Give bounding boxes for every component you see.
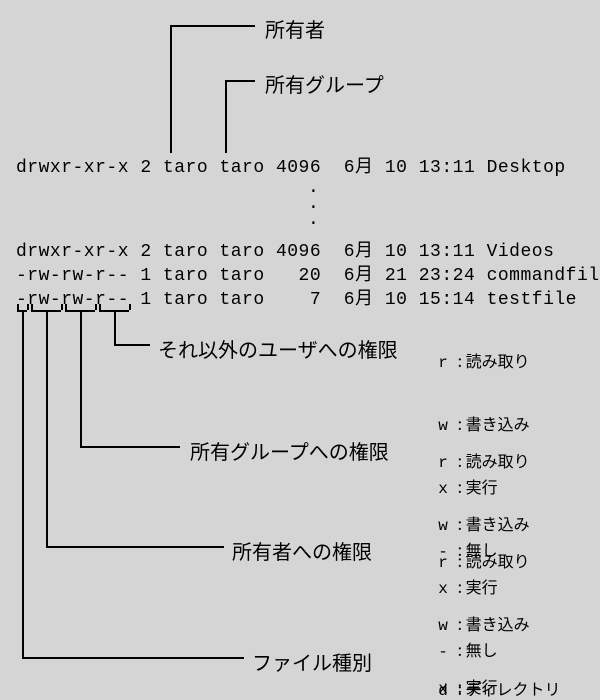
ls-row-commandfile: -rw-rw-r-- 1 taro taro 20 6月 21 23:24 co… — [16, 260, 600, 286]
bracket-group-left — [65, 304, 67, 310]
bracket-owner-left — [31, 304, 33, 310]
bracket-group-stem — [80, 310, 82, 448]
ls-row-videos: drwxr-xr-x 2 taro taro 4096 6月 10 13:11 … — [16, 236, 554, 262]
file-type-label: ファイル種別 — [252, 647, 372, 676]
other-perm-label: それ以外のユーザへの権限 — [158, 334, 398, 363]
bracket-other-lead — [114, 344, 150, 346]
owner-label: 所有者 — [265, 14, 325, 43]
bracket-group-lead — [80, 446, 180, 448]
bracket-type-right — [27, 304, 29, 310]
group-connector-vert — [225, 80, 227, 153]
bracket-type-lead — [22, 657, 244, 659]
group-connector-horiz — [225, 80, 255, 82]
bracket-owner-stem — [46, 310, 48, 548]
type-legend: d : ディレクトリ - : ファイル — [432, 638, 561, 700]
group-label: 所有グループ — [265, 69, 384, 98]
ls-row-desktop: drwxr-xr-x 2 taro taro 4096 6月 10 13:11 … — [16, 152, 566, 178]
owner-connector-horiz — [170, 25, 255, 27]
owner-perm-label: 所有者への権限 — [232, 536, 372, 565]
ellipsis-3: . — [308, 210, 319, 230]
bracket-owner-right — [61, 304, 63, 310]
bracket-other-right — [129, 304, 131, 310]
group-perm-label: 所有グループへの権限 — [190, 436, 389, 465]
bracket-type-stem — [22, 310, 24, 659]
bracket-other-stem — [114, 310, 116, 346]
bracket-owner-lead — [46, 546, 224, 548]
bracket-other-left — [99, 304, 101, 310]
bracket-group-right — [95, 304, 97, 310]
bracket-type-left — [17, 304, 19, 310]
owner-connector-vert — [170, 25, 172, 153]
